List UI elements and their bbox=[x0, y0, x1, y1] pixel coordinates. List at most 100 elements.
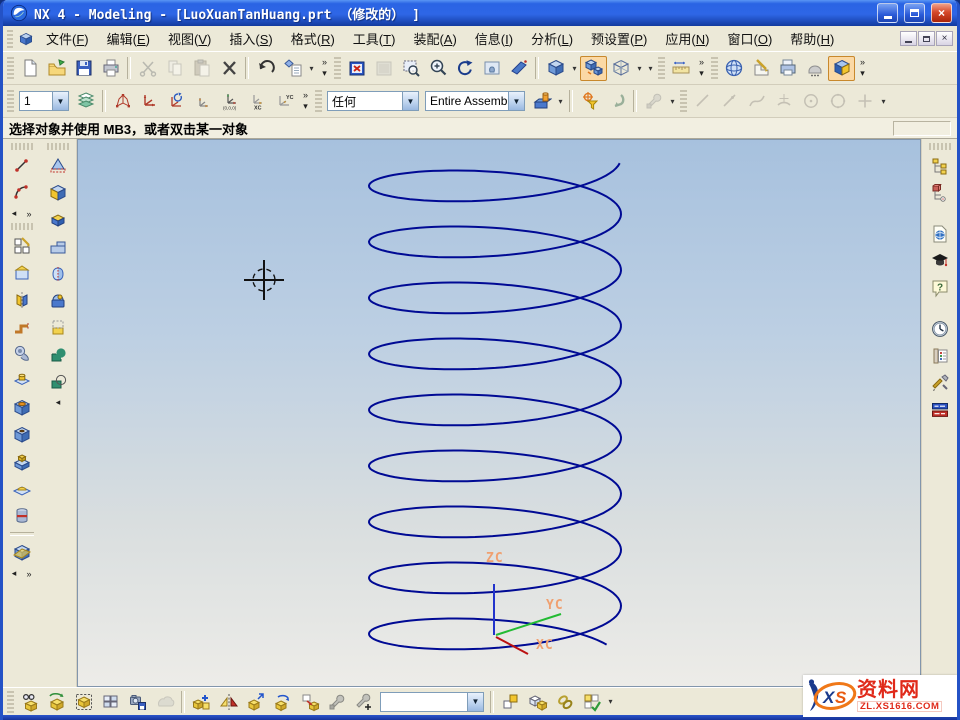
check-clearance-button[interactable] bbox=[578, 689, 605, 714]
find-component-button[interactable] bbox=[16, 689, 43, 714]
mdi-minimize-button[interactable] bbox=[900, 31, 917, 46]
view-orientation-dropdown[interactable]: ▾ bbox=[569, 56, 580, 81]
extrude-button[interactable] bbox=[7, 259, 37, 286]
save-button[interactable] bbox=[70, 56, 97, 81]
toolbar-grip[interactable] bbox=[658, 57, 665, 79]
groove-button[interactable] bbox=[7, 502, 37, 529]
undo-button[interactable] bbox=[252, 56, 279, 81]
measure-button[interactable] bbox=[667, 56, 694, 81]
toolbar-grip[interactable] bbox=[7, 90, 14, 112]
roles-button[interactable] bbox=[925, 342, 955, 369]
point-constructor-button[interactable] bbox=[136, 89, 163, 114]
open-component-button[interactable] bbox=[43, 689, 70, 714]
display-mode-button[interactable] bbox=[607, 56, 634, 81]
menu-item-preferences[interactable]: 预设置(P) bbox=[582, 26, 656, 51]
draft-analysis-button[interactable] bbox=[801, 56, 828, 81]
yc-axis-button[interactable]: YC bbox=[271, 89, 298, 114]
maximize-button[interactable] bbox=[904, 3, 925, 23]
mirror-assembly-button[interactable] bbox=[215, 689, 242, 714]
toolbar-grip[interactable] bbox=[11, 223, 33, 230]
graphics-viewport[interactable]: ZCYCXC bbox=[77, 139, 921, 687]
add-component-button[interactable] bbox=[188, 689, 215, 714]
save-context-button[interactable] bbox=[124, 689, 151, 714]
title-bar[interactable]: NX 4 - Modeling - [LuoXuanTanHuang.prt （… bbox=[3, 0, 957, 26]
toolbar-grip[interactable] bbox=[47, 143, 69, 150]
replace-component-button[interactable] bbox=[296, 689, 323, 714]
dock-curve-left-button[interactable]: ◂ bbox=[8, 207, 21, 220]
curve-analysis-button[interactable] bbox=[720, 56, 747, 81]
csys-dynamics-button[interactable] bbox=[163, 89, 190, 114]
section-analysis-button[interactable] bbox=[774, 56, 801, 81]
toolbar-grip[interactable] bbox=[315, 90, 322, 112]
internet-browser-button[interactable] bbox=[925, 220, 955, 247]
cuboid-button[interactable] bbox=[43, 206, 73, 233]
open-button[interactable] bbox=[43, 56, 70, 81]
tool-options-dropdown[interactable]: ▾ bbox=[667, 89, 678, 114]
view-style-more-dropdown[interactable]: ▾ bbox=[645, 56, 656, 81]
sheet-extrude-button[interactable] bbox=[43, 314, 73, 341]
toolbar-grip[interactable] bbox=[680, 90, 687, 112]
form-overflow-button[interactable]: » bbox=[23, 567, 36, 580]
sketch-button[interactable] bbox=[7, 232, 37, 259]
point-tool-button[interactable] bbox=[851, 89, 878, 114]
toolbar-grip[interactable] bbox=[7, 57, 14, 79]
menu-grip[interactable] bbox=[7, 30, 13, 48]
circle-tool-button[interactable] bbox=[824, 89, 851, 114]
rotate-view-button[interactable] bbox=[451, 56, 478, 81]
make-work-part-button[interactable] bbox=[323, 689, 350, 714]
layer-settings-button[interactable] bbox=[72, 89, 99, 114]
system-tools-button[interactable] bbox=[925, 369, 955, 396]
xc-axis-button[interactable]: XC bbox=[244, 89, 271, 114]
close-button[interactable]: × bbox=[931, 3, 952, 23]
transform-dropdown[interactable]: ▾ bbox=[306, 56, 317, 81]
mirror-body-button[interactable] bbox=[43, 260, 73, 287]
history-button[interactable] bbox=[925, 315, 955, 342]
unite-button[interactable] bbox=[43, 341, 73, 368]
check-clearance-dropdown[interactable]: ▾ bbox=[605, 689, 616, 714]
menu-item-window[interactable]: 窗口(O) bbox=[718, 26, 781, 51]
work-layer-combo[interactable]: 1▼ bbox=[19, 91, 69, 111]
standard-overflow-chevron[interactable]: »▾ bbox=[317, 55, 332, 81]
curve-overflow-button[interactable]: » bbox=[23, 207, 36, 220]
type-filter-combo[interactable]: 任何▼ bbox=[327, 91, 419, 111]
curve-more-dropdown[interactable]: ▾ bbox=[878, 89, 889, 114]
minimize-button[interactable] bbox=[877, 3, 898, 23]
sweep-along-guide-button[interactable] bbox=[7, 313, 37, 340]
step-pocket-button[interactable] bbox=[43, 233, 73, 260]
mdi-close-button[interactable]: × bbox=[936, 31, 953, 46]
wave-link-button[interactable] bbox=[524, 689, 551, 714]
analysis-overflow-chevron[interactable]: »▾ bbox=[855, 55, 870, 81]
snap-point-button[interactable] bbox=[109, 89, 136, 114]
new-button[interactable] bbox=[16, 56, 43, 81]
pocket-button[interactable] bbox=[7, 394, 37, 421]
copy-button[interactable] bbox=[161, 56, 188, 81]
face-analysis-button[interactable] bbox=[747, 56, 774, 81]
web-palette-button[interactable] bbox=[925, 396, 955, 423]
boss-button[interactable] bbox=[7, 367, 37, 394]
toolbar-grip[interactable] bbox=[711, 57, 718, 79]
reposition-component-button[interactable] bbox=[269, 689, 296, 714]
delete-button[interactable] bbox=[215, 56, 242, 81]
start-application-button[interactable] bbox=[828, 56, 855, 81]
arc-tool-button[interactable] bbox=[770, 89, 797, 114]
display-mode-dropdown[interactable]: ▾ bbox=[634, 56, 645, 81]
move-component-button[interactable] bbox=[242, 689, 269, 714]
toolbar-grip[interactable] bbox=[929, 143, 951, 150]
snap-overflow-chevron[interactable]: »▾ bbox=[298, 88, 313, 114]
cut-button[interactable] bbox=[134, 56, 161, 81]
dock-feature-left-button[interactable]: ◂ bbox=[52, 396, 65, 409]
filter-component-dropdown[interactable]: ▾ bbox=[555, 89, 566, 114]
scope-filter-dropdown-arrow-icon[interactable]: ▼ bbox=[508, 92, 524, 110]
menu-item-edit[interactable]: 编辑(E) bbox=[98, 26, 159, 51]
filter-component-button[interactable] bbox=[528, 89, 555, 114]
view-orientation-button[interactable] bbox=[542, 56, 569, 81]
menu-item-tools[interactable]: 工具(T) bbox=[344, 26, 405, 51]
work-layer-dropdown-arrow-icon[interactable]: ▼ bbox=[52, 92, 68, 110]
utility-overflow-chevron[interactable]: »▾ bbox=[694, 55, 709, 81]
dock-form-left-button[interactable]: ◂ bbox=[8, 567, 21, 580]
shaded-display-button[interactable] bbox=[580, 56, 607, 81]
menu-item-file[interactable]: 文件(F) bbox=[37, 26, 98, 51]
toolbar-grip[interactable] bbox=[334, 57, 341, 79]
arrangement-dropdown-arrow-icon[interactable]: ▼ bbox=[467, 693, 483, 711]
menu-item-analysis[interactable]: 分析(L) bbox=[522, 26, 582, 51]
